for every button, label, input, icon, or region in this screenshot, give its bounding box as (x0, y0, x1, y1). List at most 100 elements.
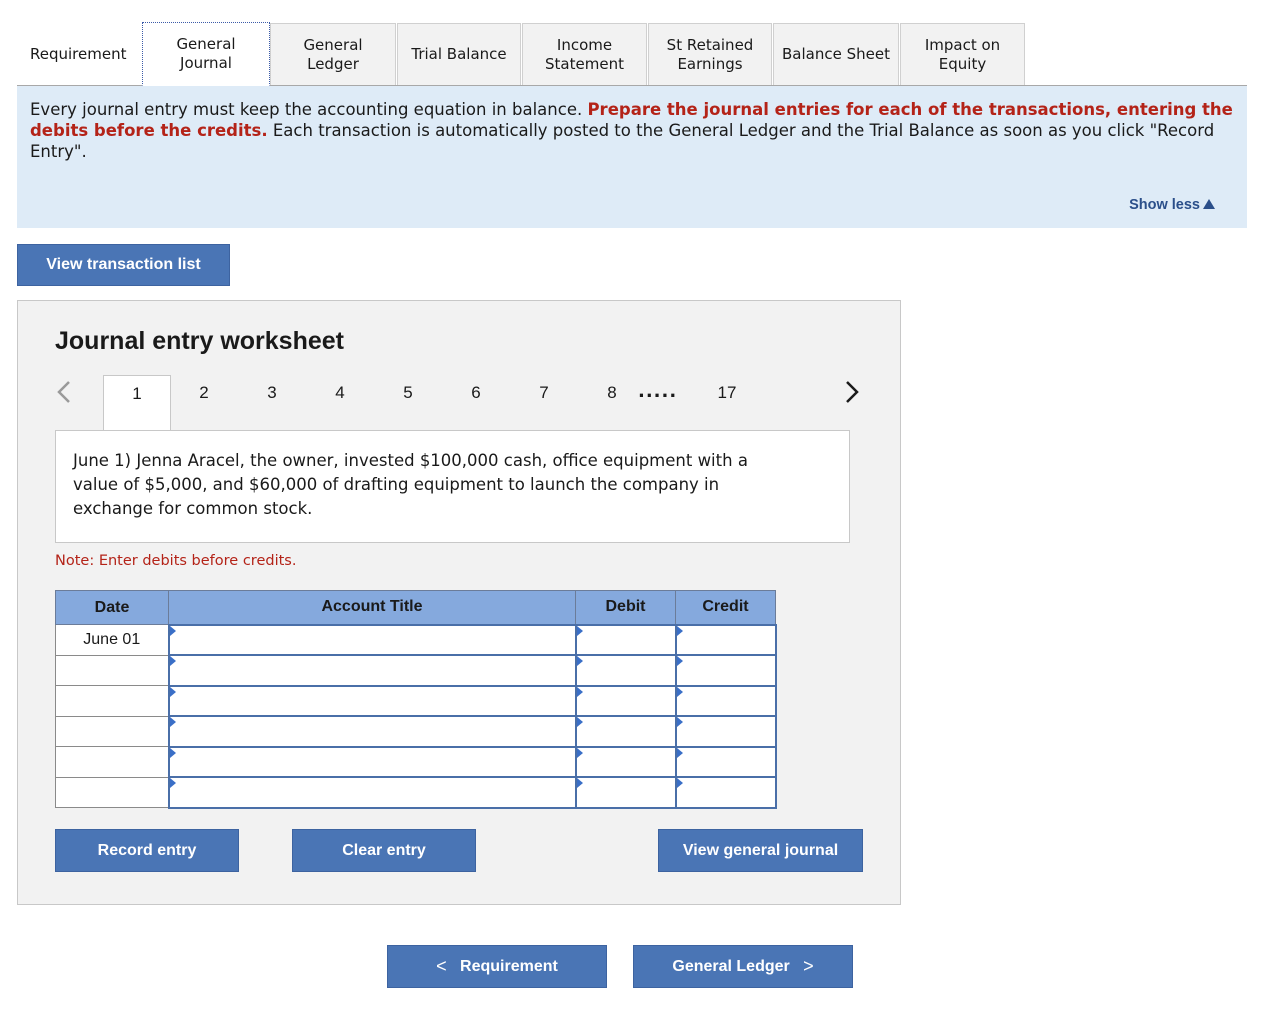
journal-entry-worksheet-panel: Journal entry worksheet 1 2 3 4 5 6 7 8 … (17, 300, 901, 905)
credit-cell (674, 715, 777, 748)
column-header-credit: Credit (675, 590, 776, 625)
credit-input[interactable] (676, 686, 775, 715)
transaction-description: June 1) Jenna Aracel, the owner, investe… (55, 430, 850, 543)
tab-label: General Ledger (303, 35, 363, 73)
dropdown-marker-icon (576, 656, 583, 666)
credit-input[interactable] (676, 656, 775, 685)
tab-label: Requirement (30, 44, 127, 63)
view-general-journal-button[interactable]: View general journal (658, 829, 863, 872)
debit-input[interactable] (576, 778, 675, 807)
page-7[interactable]: 7 (529, 383, 559, 403)
date-cell (55, 746, 169, 778)
account-title-input[interactable] (169, 747, 575, 776)
debit-input[interactable] (576, 656, 675, 685)
date-cell (55, 776, 169, 808)
debit-cell (574, 684, 677, 717)
page-4[interactable]: 4 (325, 383, 355, 403)
credit-input[interactable] (676, 778, 775, 807)
tab-trial-balance[interactable]: Trial Balance (397, 23, 521, 85)
pager-ellipsis: ..... (638, 381, 678, 402)
account-title-input[interactable] (169, 778, 575, 807)
tab-label: Balance Sheet (782, 45, 890, 63)
account-title-input[interactable] (169, 656, 575, 685)
tab-label: St Retained Earnings (666, 35, 754, 73)
dropdown-marker-icon (169, 656, 176, 666)
show-less-link[interactable]: Show less (1129, 195, 1215, 216)
account-title-input[interactable] (169, 717, 575, 746)
record-entry-button[interactable]: Record entry (55, 829, 239, 872)
tab-balance-sheet[interactable]: Balance Sheet (773, 23, 899, 85)
clear-entry-button[interactable]: Clear entry (292, 829, 476, 872)
tab-label: Income Statement (545, 35, 624, 73)
dropdown-marker-icon (169, 625, 176, 636)
account-title-input[interactable] (169, 686, 575, 715)
show-less-label: Show less (1129, 197, 1200, 213)
next-page-arrow[interactable] (844, 379, 860, 409)
tab-impact-on-equity[interactable]: Impact on Equity (900, 23, 1025, 85)
dropdown-marker-icon (169, 717, 176, 727)
account-title-input[interactable] (169, 625, 575, 654)
prev-requirement-button[interactable]: < Requirement (387, 945, 607, 988)
page-17[interactable]: 17 (712, 383, 742, 403)
tab-requirement[interactable]: Requirement (17, 23, 142, 85)
debit-cell (574, 745, 677, 778)
prev-page-arrow[interactable] (56, 379, 72, 409)
tab-income-statement[interactable]: Income Statement (522, 23, 647, 85)
column-header-date: Date (55, 590, 169, 625)
dropdown-marker-icon (676, 778, 683, 788)
tab-label: General Journal (176, 35, 236, 72)
account-title-cell (167, 745, 577, 778)
table-header-row: Date Account Title Debit Credit (55, 590, 776, 625)
dropdown-marker-icon (169, 747, 176, 758)
dropdown-marker-icon (676, 625, 683, 636)
account-title-cell (167, 623, 577, 656)
dropdown-marker-icon (169, 686, 176, 697)
credit-input[interactable] (676, 747, 775, 776)
dropdown-marker-icon (576, 778, 583, 788)
instructions-box: Every journal entry must keep the accoun… (17, 86, 1247, 228)
dropdown-marker-icon (576, 747, 583, 758)
page-6[interactable]: 6 (461, 383, 491, 403)
credit-input[interactable] (676, 625, 775, 654)
debit-input[interactable] (576, 625, 675, 654)
debit-input[interactable] (576, 717, 675, 746)
tab-label: Impact on Equity (924, 35, 1001, 73)
dropdown-marker-icon (676, 717, 683, 727)
account-title-cell (167, 654, 577, 687)
credit-cell (674, 745, 777, 778)
tab-general-ledger[interactable]: General Ledger (270, 23, 396, 85)
chevron-left-icon (57, 381, 70, 403)
instructions-text: Every journal entry must keep the accoun… (30, 100, 588, 119)
page-5[interactable]: 5 (393, 383, 423, 403)
date-cell (55, 654, 169, 686)
journal-entry-table: Date Account Title Debit Credit June 01 (55, 590, 777, 809)
dropdown-marker-icon (576, 686, 583, 697)
dropdown-marker-icon (676, 656, 683, 666)
worksheet-title: Journal entry worksheet (55, 327, 344, 355)
chevron-right-icon: > (803, 956, 814, 976)
dropdown-marker-icon (576, 625, 583, 636)
transaction-pager: 1 2 3 4 5 6 7 8 ..... 17 (18, 375, 902, 431)
credit-input[interactable] (676, 717, 775, 746)
dropdown-marker-icon (169, 778, 176, 788)
date-cell (55, 685, 169, 717)
view-transaction-list-button[interactable]: View transaction list (17, 244, 230, 286)
next-general-ledger-button[interactable]: General Ledger > (633, 945, 853, 988)
dropdown-marker-icon (676, 686, 683, 697)
debit-cell (574, 623, 677, 656)
credit-cell (674, 684, 777, 717)
table-row (55, 715, 777, 748)
page-2[interactable]: 2 (189, 383, 219, 403)
debit-input[interactable] (576, 747, 675, 776)
page-8[interactable]: 8 (597, 383, 627, 403)
transaction-text: June 1) Jenna Aracel, the owner, investe… (73, 451, 748, 518)
account-title-cell (167, 776, 577, 809)
page-1[interactable]: 1 (103, 375, 171, 431)
dropdown-marker-icon (676, 747, 683, 758)
credit-cell (674, 776, 777, 809)
credit-cell (674, 654, 777, 687)
tab-general-journal[interactable]: General Journal (142, 22, 270, 86)
tab-st-retained-earnings[interactable]: St Retained Earnings (648, 23, 772, 85)
page-3[interactable]: 3 (257, 383, 287, 403)
debit-input[interactable] (576, 686, 675, 715)
